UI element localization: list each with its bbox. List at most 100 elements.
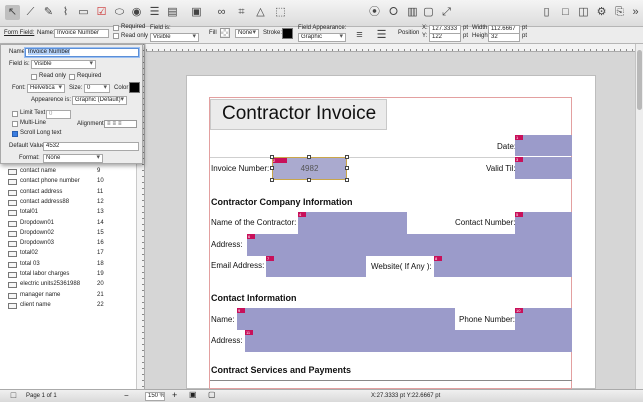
zoom-in-icon[interactable]: + — [172, 390, 177, 400]
format-select[interactable]: None — [43, 154, 103, 163]
valid-till-label: Valid Til: — [486, 164, 516, 173]
date-field[interactable]: 1 — [515, 135, 572, 156]
font-select[interactable]: Helvetica — [27, 84, 65, 93]
valid-till-field[interactable]: 3 — [515, 157, 572, 179]
field-list-item[interactable]: Dropdown03 16 — [0, 239, 137, 249]
panel-read-only-checkbox[interactable] — [31, 74, 37, 80]
inspector-icon[interactable]: ◫ — [576, 5, 591, 20]
fill-select[interactable]: None — [235, 29, 259, 38]
appearance-select[interactable]: Graphic (Default) — [72, 96, 127, 105]
panel-required-label: Required — [77, 73, 102, 79]
checkbox-tool-icon[interactable]: ☑ — [94, 5, 109, 20]
resize-handle[interactable] — [270, 166, 274, 170]
phone-label: Phone Number: — [459, 315, 516, 324]
field-list-item[interactable]: Dropdown02 15 — [0, 229, 137, 239]
panel-field-is-select[interactable]: Visible — [31, 60, 96, 69]
field-list-item[interactable]: contact name 9 — [0, 167, 137, 177]
layout-icon[interactable]: ▥ — [405, 5, 420, 20]
position-icon[interactable]: ☰ — [374, 28, 389, 43]
scroll-long-text-checkbox[interactable] — [12, 131, 18, 137]
multi-line-checkbox[interactable] — [12, 121, 18, 127]
gear-icon[interactable]: ⚙ — [594, 5, 609, 20]
link-tool-icon[interactable]: ∞ — [214, 5, 229, 20]
resize-handle[interactable] — [307, 178, 311, 182]
y-field[interactable]: 122 — [429, 33, 461, 42]
fill-color-well[interactable] — [220, 28, 230, 38]
list-tool-icon[interactable]: ☰ — [147, 5, 162, 20]
pointer-icon[interactable]: ↖ — [5, 5, 20, 20]
field-list-item-number: 12 — [97, 198, 104, 205]
distribute-icon[interactable]: ⭘ — [386, 5, 401, 20]
email-field[interactable]: 7 — [266, 256, 366, 277]
fit-icon[interactable]: ▣ — [189, 390, 197, 399]
limit-text-field[interactable]: 0 — [46, 110, 71, 119]
stroke-color-well[interactable] — [282, 28, 293, 39]
signature-icon[interactable]: ⌇ — [58, 5, 73, 20]
field-list-item[interactable]: total02 17 — [0, 249, 137, 259]
vertical-scrollbar[interactable] — [635, 44, 643, 389]
contractor-name-field[interactable]: 4 — [298, 212, 407, 234]
field-list-item[interactable]: total01 13 — [0, 208, 137, 218]
resize-handle[interactable] — [270, 178, 274, 182]
panel-icon[interactable]: □ — [558, 5, 573, 20]
alignment-segmented-control[interactable]: ≡≡≡ — [104, 120, 137, 128]
field-list-item-name: electric units25361988 — [20, 281, 81, 288]
invoice-number-field[interactable]: 2 4982 — [272, 157, 347, 180]
field-list-item[interactable]: contact address 11 — [0, 188, 137, 198]
more-icon[interactable]: » — [628, 5, 643, 20]
field-list-item[interactable]: manager name 21 — [0, 291, 137, 301]
name-field[interactable]: Invoice Number — [54, 29, 109, 38]
field-is-select[interactable]: Visible — [150, 33, 199, 42]
appearance-icon[interactable]: ≡ — [352, 28, 367, 43]
sidebar-icon[interactable]: ▯ — [539, 5, 554, 20]
field-list-item[interactable]: total labor charges 19 — [0, 270, 137, 280]
resize-handle[interactable] — [270, 155, 274, 159]
address-field[interactable]: 6 — [247, 234, 572, 256]
contact-number-field[interactable]: 5 — [515, 212, 572, 234]
size-icon[interactable]: ▢ — [421, 5, 436, 20]
phone-field[interactable]: 10 — [515, 308, 572, 330]
crop-icon[interactable]: ⌗ — [234, 5, 249, 20]
resize-handle[interactable] — [345, 166, 349, 170]
scroll-thumb[interactable] — [637, 50, 642, 110]
field-list-item[interactable]: client name 22 — [0, 301, 137, 311]
button-tool-icon[interactable]: ⬭ — [112, 5, 127, 20]
line-tool-icon[interactable]: ⟋ — [23, 5, 38, 20]
field-list-item[interactable]: contact address88 12 — [0, 198, 137, 208]
pencil-icon[interactable]: ✎ — [41, 5, 56, 20]
zoom-field[interactable]: 150 % — [145, 392, 165, 401]
panel-required-checkbox[interactable] — [69, 74, 75, 80]
field-list-item[interactable]: Dropdown01 14 — [0, 219, 137, 229]
shapes-icon[interactable]: △ — [253, 5, 268, 20]
required-checkbox[interactable] — [113, 25, 119, 31]
field-appearance-select[interactable]: Graphic — [298, 33, 346, 42]
combo-tool-icon[interactable]: ▤ — [165, 5, 180, 20]
sidebar-toggle-icon[interactable]: □ — [6, 388, 21, 402]
field-list-item[interactable]: contact phone number 10 — [0, 177, 137, 187]
share-icon[interactable]: ⎘ — [612, 5, 627, 20]
field-list-item[interactable]: electric units25361988 20 — [0, 280, 137, 290]
resize-handle[interactable] — [345, 155, 349, 159]
field-tag: 10 — [515, 308, 523, 313]
contact-address-field[interactable]: 11 — [245, 330, 572, 352]
align-icon[interactable]: ⦿ — [367, 5, 382, 20]
text-field-tool-icon[interactable]: ▭ — [76, 5, 91, 20]
radio-tool-icon[interactable]: ◉ — [129, 5, 144, 20]
zoom-out-icon[interactable]: − — [124, 391, 129, 400]
read-only-checkbox[interactable] — [113, 33, 119, 39]
resize-icon[interactable]: ⤢ — [439, 5, 454, 20]
select-area-icon[interactable]: ⬚ — [273, 5, 288, 20]
contact-name-field[interactable]: 9 — [237, 308, 455, 330]
size-select[interactable]: 0 — [84, 84, 110, 93]
limit-text-checkbox[interactable] — [12, 111, 18, 117]
actual-size-icon[interactable]: ▢ — [208, 390, 216, 399]
resize-handle[interactable] — [307, 155, 311, 159]
field-list-item[interactable]: total 03 18 — [0, 260, 137, 270]
website-field[interactable]: 8 — [434, 256, 572, 277]
panel-name-field[interactable]: Invoice Number — [25, 48, 139, 57]
resize-handle[interactable] — [345, 178, 349, 182]
font-color-well[interactable] — [129, 82, 140, 93]
image-tool-icon[interactable]: ▣ — [189, 5, 204, 20]
height-field[interactable]: 32 — [488, 33, 520, 42]
default-value-field[interactable]: 4532 — [43, 142, 139, 151]
